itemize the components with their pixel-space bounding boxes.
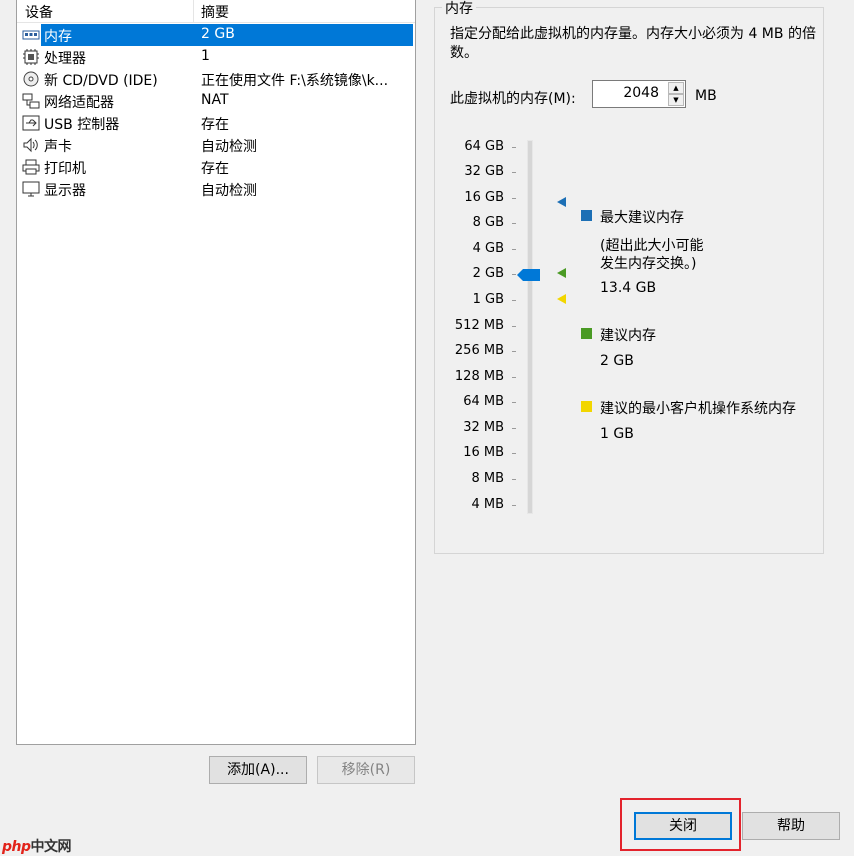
scale-tick <box>512 326 516 327</box>
device-summary: 自动检测 <box>201 183 257 199</box>
watermark-logo: php中文网 <box>2 836 72 856</box>
memory-value[interactable]: 2048 <box>623 85 659 101</box>
scale-label: 4 MB <box>471 497 504 512</box>
device-name: 打印机 <box>44 161 86 177</box>
device-summary: 2 GB <box>201 26 235 42</box>
recommended-marker-icon <box>557 268 566 278</box>
column-separator[interactable] <box>193 0 194 22</box>
device-row-printer[interactable]: 打印机 存在 <box>17 156 415 178</box>
scale-tick <box>512 198 516 199</box>
speaker-icon <box>23 137 38 153</box>
scale-label: 16 MB <box>463 445 504 460</box>
scale-tick <box>512 402 516 403</box>
scale-label: 2 GB <box>472 266 504 281</box>
scale-tick <box>512 249 516 250</box>
watermark-brand: php <box>2 839 31 855</box>
max-recommended-marker-icon <box>557 197 566 207</box>
recommended-value: 2 GB <box>600 353 634 369</box>
scale-label: 8 GB <box>472 215 504 230</box>
max-recommended-note-2: 发生内存交换。) <box>600 256 697 272</box>
scale-label: 256 MB <box>454 343 504 358</box>
help-button[interactable]: 帮助 <box>742 812 840 840</box>
device-row-memory[interactable]: 内存 2 GB <box>17 24 415 46</box>
scale-label: 128 MB <box>454 369 504 384</box>
cpu-icon <box>23 49 39 65</box>
device-row-network[interactable]: 网络适配器 NAT <box>17 90 415 112</box>
scale-tick <box>512 479 516 480</box>
cd-icon <box>23 71 39 87</box>
device-name: 显示器 <box>44 183 86 199</box>
device-name: USB 控制器 <box>44 117 120 133</box>
minimum-color-square <box>581 401 592 412</box>
memory-input-label: 此虚拟机的内存(M): <box>450 91 576 107</box>
network-icon <box>22 93 40 109</box>
scale-label: 16 GB <box>464 190 504 205</box>
device-name: 网络适配器 <box>44 95 114 111</box>
max-recommended-note-1: (超出此大小可能 <box>600 238 704 254</box>
device-summary: 正在使用文件 F:\系统镜像\k... <box>201 73 389 89</box>
watermark-site: 中文网 <box>30 839 72 855</box>
max-recommended-value: 13.4 GB <box>600 280 657 296</box>
memory-group-title: 内存 <box>442 0 476 18</box>
device-row-usb[interactable]: USB 控制器 存在 <box>17 112 415 134</box>
minimum-marker-icon <box>557 294 566 304</box>
memory-slider-thumb[interactable] <box>517 268 541 282</box>
device-row-sound[interactable]: 声卡 自动检测 <box>17 134 415 156</box>
scale-tick <box>512 505 516 506</box>
device-row-cd-dvd[interactable]: 新 CD/DVD (IDE) 正在使用文件 F:\系统镜像\k... <box>17 68 415 90</box>
scale-label: 64 GB <box>464 139 504 154</box>
scale-tick <box>512 377 516 378</box>
scale-label: 4 GB <box>472 241 504 256</box>
device-name: 处理器 <box>44 51 86 67</box>
usb-icon <box>22 115 40 131</box>
max-recommended-color-square <box>581 210 592 221</box>
device-name: 新 CD/DVD (IDE) <box>44 73 158 89</box>
device-row-processor[interactable]: 处理器 1 <box>17 46 415 68</box>
memory-slider-track[interactable] <box>527 140 533 514</box>
max-recommended-title: 最大建议内存 <box>600 210 684 226</box>
monitor-icon <box>22 181 40 197</box>
device-summary: 存在 <box>201 117 229 133</box>
scale-tick <box>512 428 516 429</box>
device-name: 声卡 <box>44 139 72 155</box>
memory-icon <box>22 30 40 40</box>
device-list-header: 设备 摘要 <box>17 0 415 23</box>
memory-unit: MB <box>695 88 717 104</box>
recommended-title: 建议内存 <box>600 328 656 344</box>
device-summary: 1 <box>201 48 210 64</box>
minimum-title: 建议的最小客户机操作系统内存 <box>600 401 796 417</box>
summary-column-header[interactable]: 摘要 <box>201 2 229 22</box>
remove-device-button[interactable]: 移除(R) <box>317 756 415 784</box>
minimum-value: 1 GB <box>600 426 634 442</box>
scale-tick <box>512 300 516 301</box>
scale-label: 512 MB <box>454 318 504 333</box>
scale-label: 1 GB <box>472 292 504 307</box>
printer-icon <box>22 159 40 175</box>
spin-down-icon[interactable]: ▼ <box>668 94 684 106</box>
scale-tick <box>512 172 516 173</box>
device-summary: 自动检测 <box>201 139 257 155</box>
annotation-highlight-box <box>620 798 741 851</box>
scale-tick <box>512 223 516 224</box>
device-row-display[interactable]: 显示器 自动检测 <box>17 178 415 200</box>
recommended-color-square <box>581 328 592 339</box>
scale-label: 32 MB <box>463 420 504 435</box>
memory-spinbox[interactable]: 2048 ▲ ▼ <box>592 80 686 108</box>
scale-label: 64 MB <box>463 394 504 409</box>
scale-label: 8 MB <box>471 471 504 486</box>
device-list[interactable]: 设备 摘要 内存 2 GB 处理器 1 新 CD/DVD (IDE) 正在使用文… <box>16 0 416 745</box>
scale-label: 32 GB <box>464 164 504 179</box>
memory-description: 指定分配给此虚拟机的内存量。内存大小必须为 4 MB 的倍数。 <box>450 26 816 61</box>
device-summary: 存在 <box>201 161 229 177</box>
scale-tick <box>512 147 516 148</box>
scale-tick <box>512 274 516 275</box>
scale-tick <box>512 453 516 454</box>
spin-up-icon[interactable]: ▲ <box>668 82 684 94</box>
device-name: 内存 <box>44 29 72 45</box>
add-device-button[interactable]: 添加(A)... <box>209 756 307 784</box>
device-column-header[interactable]: 设备 <box>25 2 53 22</box>
device-summary: NAT <box>201 92 229 108</box>
scale-tick <box>512 351 516 352</box>
